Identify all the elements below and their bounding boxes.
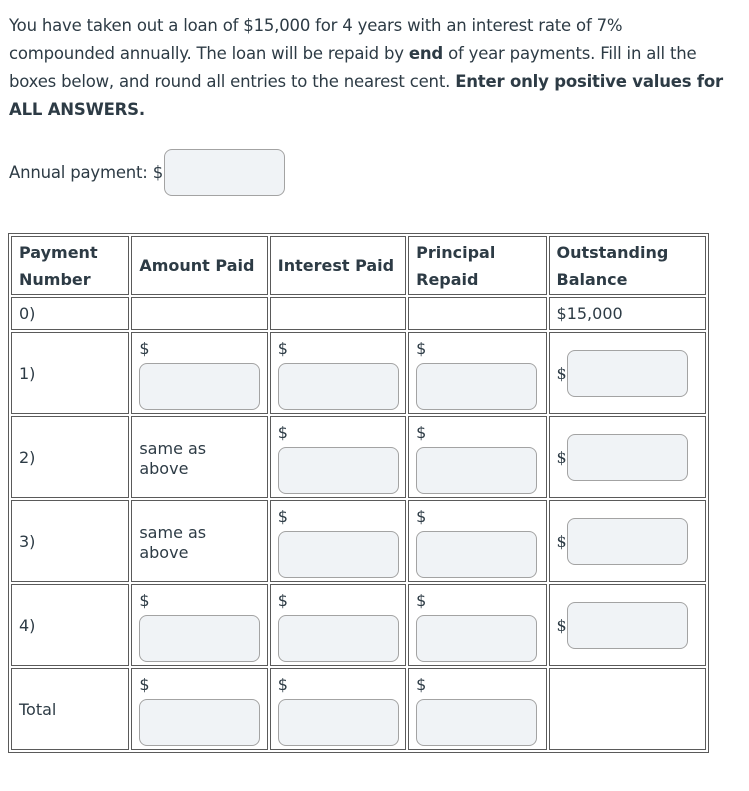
interest-paid-input-1[interactable] — [277, 363, 399, 410]
table-row: 2) same as above $ $ $ — [11, 416, 706, 498]
payment-number-cell: 4) — [11, 584, 130, 666]
dollar-sign: $ — [556, 531, 567, 551]
outstanding-balance-input-3[interactable] — [566, 517, 688, 565]
outstanding-balance-cell: $ — [548, 332, 706, 414]
table-row: 4) $ $ $ $ — [11, 584, 706, 666]
header-principal-repaid: Principal Repaid — [408, 236, 547, 295]
amount-paid-cell: $ — [131, 584, 268, 666]
dollar-sign: $ — [416, 675, 427, 694]
dollar-sign: $ — [277, 423, 288, 442]
outstanding-balance-input-2[interactable] — [566, 433, 688, 481]
interest-paid-input-4[interactable] — [277, 615, 399, 662]
dollar-sign: $ — [556, 363, 567, 383]
prompt-bold-end: end — [408, 44, 444, 63]
dollar-sign: $ — [277, 675, 288, 694]
outstanding-balance-cell: $ — [548, 500, 706, 582]
dollar-sign: $ — [139, 591, 150, 610]
question-prompt: You have taken out a loan of $15,000 for… — [9, 12, 729, 124]
principal-repaid-cell: $ — [408, 332, 547, 414]
dollar-sign: $ — [277, 507, 288, 526]
amount-paid-cell: $ — [131, 668, 268, 750]
dollar-sign: $ — [139, 675, 150, 694]
dollar-sign: $ — [416, 507, 427, 526]
payment-number-cell: 2) — [11, 416, 130, 498]
amount-paid-input-1[interactable] — [139, 363, 261, 410]
dollar-sign: $ — [416, 423, 427, 442]
interest-paid-total-input[interactable] — [277, 699, 399, 746]
header-outstanding-balance: Outstanding Balance — [548, 236, 706, 295]
table-row: 0) $15,000 — [11, 297, 706, 330]
principal-repaid-total-input[interactable] — [416, 699, 538, 746]
header-payment-number: Payment Number — [11, 236, 130, 295]
annual-payment-label: Annual payment: $ — [9, 162, 164, 182]
amount-paid-cell: $ — [131, 332, 268, 414]
interest-paid-cell: $ — [269, 584, 407, 666]
dollar-sign: $ — [416, 339, 427, 358]
payment-number-cell: 1) — [11, 332, 130, 414]
dollar-sign: $ — [556, 615, 567, 635]
amount-paid-cell: same as above — [131, 500, 268, 582]
outstanding-balance-cell — [548, 668, 706, 750]
interest-paid-cell: $ — [269, 332, 407, 414]
payment-number-cell: 0) — [11, 297, 130, 330]
interest-paid-input-3[interactable] — [277, 531, 399, 578]
header-interest-paid: Interest Paid — [269, 236, 407, 295]
page: You have taken out a loan of $15,000 for… — [0, 0, 749, 791]
same-as-above-text: same as above — [139, 439, 207, 478]
principal-repaid-cell: $ — [408, 416, 547, 498]
dollar-sign: $ — [139, 339, 150, 358]
outstanding-balance-input-4[interactable] — [566, 601, 688, 649]
table-row: 3) same as above $ $ $ — [11, 500, 706, 582]
amount-paid-cell — [131, 297, 268, 330]
interest-paid-input-2[interactable] — [277, 447, 399, 494]
outstanding-balance-cell: $ — [548, 416, 706, 498]
interest-paid-cell: $ — [269, 500, 407, 582]
outstanding-balance-cell: $ — [548, 584, 706, 666]
amount-paid-total-input[interactable] — [139, 699, 261, 746]
payment-number-cell: 3) — [11, 500, 130, 582]
amount-paid-cell: same as above — [131, 416, 268, 498]
principal-repaid-input-1[interactable] — [416, 363, 538, 410]
principal-repaid-input-2[interactable] — [416, 447, 538, 494]
payment-number-cell: Total — [11, 668, 130, 750]
dollar-sign: $ — [277, 591, 288, 610]
table-header-row: Payment Number Amount Paid Interest Paid… — [11, 236, 706, 295]
same-as-above-text: same as above — [139, 523, 207, 562]
principal-repaid-cell — [408, 297, 547, 330]
outstanding-balance-input-1[interactable] — [566, 349, 688, 397]
dollar-sign: $ — [277, 339, 288, 358]
amortization-table: Payment Number Amount Paid Interest Paid… — [8, 233, 709, 753]
outstanding-balance-cell: $15,000 — [548, 297, 706, 330]
dollar-sign: $ — [416, 591, 427, 610]
table-row-total: Total $ $ $ — [11, 668, 706, 750]
header-amount-paid: Amount Paid — [131, 236, 268, 295]
principal-repaid-input-3[interactable] — [416, 531, 538, 578]
interest-paid-cell: $ — [269, 668, 407, 750]
annual-payment-row: Annual payment: $ — [9, 148, 286, 196]
principal-repaid-cell: $ — [408, 668, 547, 750]
interest-paid-cell: $ — [269, 416, 407, 498]
amount-paid-input-4[interactable] — [139, 615, 261, 662]
interest-paid-cell — [269, 297, 407, 330]
principal-repaid-cell: $ — [408, 584, 547, 666]
principal-repaid-cell: $ — [408, 500, 547, 582]
dollar-sign: $ — [556, 447, 567, 467]
principal-repaid-input-4[interactable] — [416, 615, 538, 662]
annual-payment-input[interactable] — [164, 148, 286, 196]
table-row: 1) $ $ $ $ — [11, 332, 706, 414]
